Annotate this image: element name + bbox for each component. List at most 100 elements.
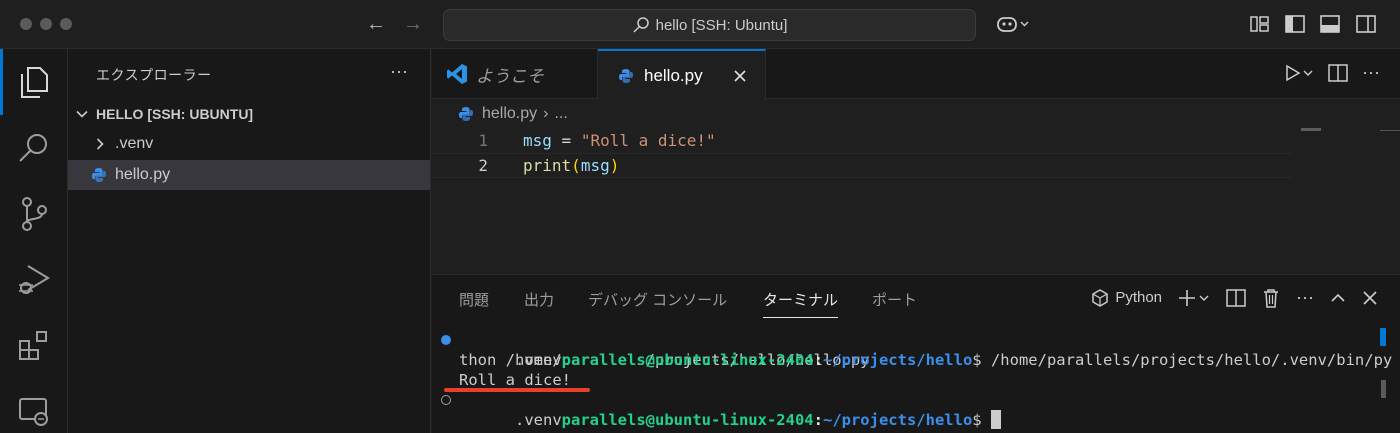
- user-host: parallels@ubuntu-linux-2404: [561, 351, 814, 369]
- more-actions-icon[interactable]: ···: [390, 61, 408, 82]
- minimize-window-button[interactable]: [40, 18, 52, 30]
- editor-actions: ···: [1284, 62, 1380, 83]
- toggle-panel-icon[interactable]: [1318, 12, 1342, 36]
- tab-hello-py[interactable]: hello.py: [598, 49, 766, 100]
- copilot-icon[interactable]: [993, 12, 1033, 36]
- token: =: [551, 131, 581, 150]
- source-control-icon[interactable]: [0, 181, 68, 247]
- command-text: /home/parallels/projects/hello/.venv/bin…: [981, 351, 1393, 369]
- activity-bar: [0, 49, 68, 433]
- workspace-root-label: HELLO [SSH: UBUNTU]: [96, 106, 254, 122]
- command-center-label: hello [SSH: Ubuntu]: [655, 16, 788, 34]
- prompt-symbol: $: [972, 351, 982, 369]
- token: print: [523, 156, 572, 175]
- trash-icon[interactable]: [1262, 288, 1280, 308]
- command-pending-icon[interactable]: [441, 395, 451, 405]
- token: (: [571, 156, 581, 175]
- breadcrumb-file[interactable]: hello.py: [482, 105, 537, 123]
- tab-terminal[interactable]: ターミナル: [763, 289, 839, 318]
- explorer-sidebar: エクスプローラー ··· HELLO [SSH: UBUNTU] .venv h…: [68, 49, 431, 433]
- token: msg: [580, 156, 610, 175]
- more-actions-icon[interactable]: ···: [1362, 62, 1380, 83]
- command-success-icon[interactable]: [441, 335, 451, 345]
- python-file-icon: [619, 68, 633, 83]
- tab-welcome[interactable]: ようこそ: [432, 49, 598, 99]
- customize-layout-icon[interactable]: [1248, 12, 1272, 36]
- sidebar-title: エクスプローラー: [96, 67, 212, 83]
- tree-item-venv[interactable]: .venv: [68, 129, 430, 159]
- cube-icon: [1092, 288, 1109, 307]
- code-line-1: 1 msg = "Roll a dice!": [432, 128, 1292, 153]
- venv-prefix: .venv: [515, 411, 562, 429]
- token: ): [609, 156, 620, 175]
- search-icon[interactable]: [0, 115, 68, 181]
- close-icon[interactable]: [733, 69, 747, 83]
- code-editor[interactable]: 1 msg = "Roll a dice!" 2 print(msg): [432, 128, 1400, 274]
- terminal-selector[interactable]: Python: [1091, 288, 1163, 307]
- tree-item-hello-py[interactable]: hello.py: [68, 160, 430, 190]
- chevron-right-icon: ›: [543, 105, 549, 122]
- vscode-logo-icon: [447, 64, 467, 84]
- tab-label: ようこそ: [476, 66, 544, 86]
- path-separator: :: [813, 351, 823, 369]
- run-icon[interactable]: [1284, 64, 1314, 82]
- terminal-cursor: [990, 410, 1001, 429]
- red-annotation-underline: [444, 388, 590, 392]
- toggle-primary-sidebar-icon[interactable]: [1283, 12, 1307, 36]
- explorer-icon[interactable]: [0, 49, 68, 115]
- code-text: print(msg): [523, 156, 619, 175]
- chevron-right-icon: [96, 138, 104, 150]
- python-file-icon: [459, 107, 473, 121]
- path-separator: :: [813, 411, 823, 429]
- editor-scrollbar[interactable]: [1380, 130, 1400, 150]
- tab-label: hello.py: [644, 65, 703, 85]
- venv-prefix: .venv: [515, 351, 562, 369]
- tab-debug-console[interactable]: デバッグ コンソール: [588, 289, 727, 310]
- add-terminal-icon[interactable]: [1178, 289, 1210, 307]
- tree-item-label: .venv: [115, 135, 154, 152]
- breadcrumb-symbols[interactable]: ...: [554, 105, 567, 123]
- chevron-down-icon: [76, 110, 88, 118]
- terminal-line: Roll a dice!: [459, 370, 1392, 390]
- split-terminal-icon[interactable]: [1226, 288, 1246, 307]
- split-editor-icon[interactable]: [1328, 63, 1348, 82]
- chevron-up-icon[interactable]: [1330, 290, 1346, 306]
- tab-ports[interactable]: ポート: [872, 289, 917, 310]
- command-center[interactable]: hello [SSH: Ubuntu]: [443, 9, 976, 41]
- title-bar: ← → hello [SSH: Ubuntu]: [0, 0, 1400, 49]
- token: msg: [523, 131, 552, 150]
- search-icon: [633, 17, 649, 33]
- minimap[interactable]: [1301, 128, 1321, 131]
- extensions-icon[interactable]: [0, 313, 68, 379]
- toggle-secondary-sidebar-icon[interactable]: [1354, 12, 1378, 36]
- breadcrumb: hello.py › ...: [458, 102, 568, 126]
- user-host: parallels@ubuntu-linux-2404: [561, 411, 814, 429]
- cwd-path: ~/projects/hello: [822, 411, 973, 429]
- back-arrow-icon[interactable]: ←: [364, 12, 388, 36]
- prompt-symbol: $: [972, 411, 982, 429]
- remote-explorer-icon[interactable]: [0, 379, 68, 433]
- run-debug-icon[interactable]: [0, 247, 68, 313]
- more-actions-icon[interactable]: ···: [1296, 287, 1314, 308]
- terminal-name: Python: [1115, 289, 1163, 306]
- tree-item-label: hello.py: [115, 166, 171, 183]
- maximize-window-button[interactable]: [60, 18, 72, 30]
- forward-arrow-icon[interactable]: →: [401, 12, 425, 36]
- terminal-output[interactable]: .venvparallels@ubuntu-linux-2404:~/proje…: [441, 330, 1392, 429]
- code-line-2: 2 print(msg): [432, 153, 1292, 178]
- close-icon[interactable]: [1362, 290, 1378, 306]
- tab-output[interactable]: 出力: [524, 289, 554, 310]
- tab-problems[interactable]: 問題: [459, 289, 489, 310]
- workspace-root[interactable]: HELLO [SSH: UBUNTU]: [68, 99, 430, 129]
- token: "Roll a dice!": [580, 131, 716, 150]
- close-window-button[interactable]: [20, 18, 32, 30]
- terminal-scroll-indicator[interactable]: [1380, 328, 1386, 346]
- cwd-path: ~/projects/hello: [822, 351, 973, 369]
- terminal-scrollbar[interactable]: [1381, 380, 1386, 398]
- bottom-panel: 問題 出力 デバッグ コンソール ターミナル ポート Python ··· .v…: [432, 274, 1400, 433]
- line-number: 1: [478, 131, 488, 150]
- line-number: 2: [478, 156, 488, 175]
- terminal-line: .venvparallels@ubuntu-linux-2404:~/proje…: [441, 390, 1392, 429]
- terminal-line: .venvparallels@ubuntu-linux-2404:~/proje…: [441, 330, 1392, 369]
- code-text: msg = "Roll a dice!": [523, 131, 716, 150]
